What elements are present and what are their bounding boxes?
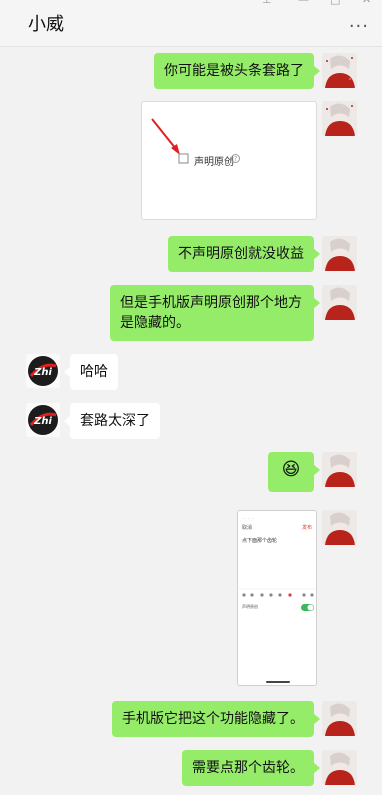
close-icon[interactable]: ✕ — [362, 0, 371, 5]
declare-original-label: 声明原创 — [194, 157, 234, 168]
my-avatar[interactable] — [322, 101, 357, 136]
my-avatar[interactable] — [322, 236, 357, 271]
contact-avatar-logo-text: Zhi — [33, 367, 52, 378]
minimize-icon[interactable]: — — [298, 0, 309, 5]
chat-title: 小威 — [28, 14, 64, 35]
my-avatar[interactable] — [322, 53, 357, 88]
my-avatar[interactable] — [322, 285, 357, 320]
my-avatar[interactable] — [322, 750, 357, 785]
shared-phone-screenshot[interactable]: · · · · · 取消 发布 点下面那个齿轮 声明原创 — [237, 510, 317, 686]
more-options-icon[interactable]: ··· — [349, 18, 369, 36]
phone-toolbar-icons — [238, 588, 316, 683]
my-avatar[interactable] — [322, 510, 357, 545]
shared-image-screenshot[interactable]: 声明原创 ? — [141, 101, 317, 220]
message-bubble-other[interactable]: 哈哈 — [64, 354, 118, 390]
message-bubble-me[interactable]: 不声明原创就没收益 — [168, 236, 320, 272]
message-bubble-me[interactable]: 手机版它把这个功能隐藏了。 — [112, 701, 320, 737]
my-avatar[interactable] — [322, 452, 357, 487]
chat-titlebar: ⊥ — □ ✕ 小威 ··· — [0, 0, 382, 47]
message-bubble-me[interactable]: 需要点那个齿轮。 — [182, 750, 320, 786]
message-bubble-other[interactable]: 套路太深了 — [64, 403, 160, 439]
contact-avatar-logo-text: Zhi — [33, 416, 52, 427]
info-icon: ? — [231, 154, 240, 163]
maximize-icon[interactable]: □ — [330, 0, 340, 5]
emoji-bubble-me[interactable]: 😆 — [268, 452, 320, 492]
phone-declare-original-label: 声明原创 — [242, 604, 258, 609]
message-bubble-me[interactable]: 你可能是被头条套路了 — [154, 53, 320, 89]
contact-avatar[interactable]: Zhi — [26, 403, 60, 437]
message-bubble-me[interactable]: 但是手机版声明原创那个地方 是隐藏的。 — [110, 285, 320, 341]
pin-icon[interactable]: ⊥ — [262, 0, 272, 5]
my-avatar[interactable] — [322, 701, 357, 736]
contact-avatar[interactable]: Zhi — [26, 354, 60, 388]
